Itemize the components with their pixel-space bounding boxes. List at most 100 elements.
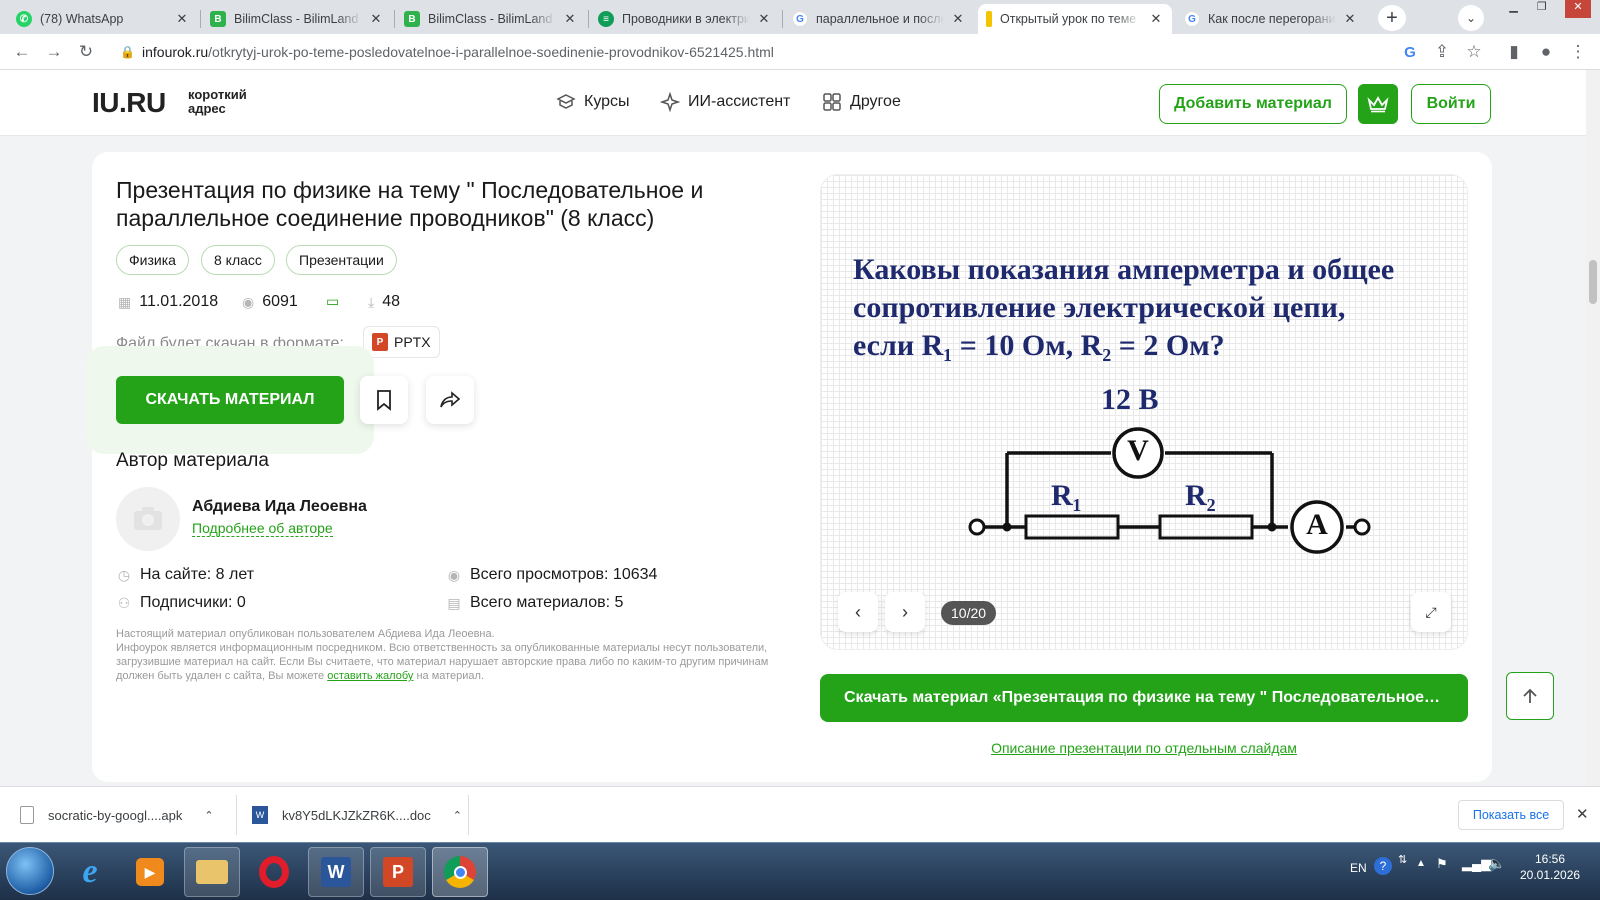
internet-explorer-icon[interactable]: e bbox=[62, 847, 118, 897]
download-full-button[interactable]: Скачать материал «Презентация по физике … bbox=[820, 674, 1468, 722]
profile-icon[interactable]: ● bbox=[1534, 40, 1558, 64]
avatar[interactable] bbox=[116, 487, 180, 551]
chevron-up-icon[interactable]: ⌃ bbox=[453, 809, 462, 822]
material-title: Презентация по физике на тему " Последов… bbox=[116, 177, 704, 231]
window-controls: ▁ ❐ ✕ bbox=[1500, 0, 1600, 18]
stat-on-site: ◷ На сайте: 8 лет bbox=[116, 566, 254, 584]
disclaimer-text: на материал. bbox=[416, 670, 485, 682]
slides-description-link[interactable]: Описание презентации по отдельным слайда… bbox=[820, 740, 1468, 756]
calendar-icon: ▦ bbox=[118, 293, 132, 310]
network-icon[interactable]: ▂▄▆ bbox=[1462, 856, 1491, 872]
start-button[interactable] bbox=[6, 847, 54, 895]
file-explorer-icon[interactable] bbox=[184, 847, 240, 897]
site-logo[interactable]: IU.RU bbox=[92, 87, 166, 119]
add-material-button[interactable]: Добавить материал bbox=[1159, 84, 1347, 124]
back-icon[interactable]: ← bbox=[10, 40, 34, 64]
volume-icon[interactable]: 🔈 bbox=[1488, 855, 1505, 872]
powerpoint-taskbar-icon[interactable]: P bbox=[370, 847, 426, 897]
action-center-icon[interactable]: ⚑ bbox=[1436, 856, 1448, 872]
author-more-link[interactable]: Подробнее об авторе bbox=[192, 520, 333, 537]
language-indicator[interactable]: EN bbox=[1350, 861, 1367, 875]
browser-tab-bar: ✆ (78) WhatsApp ✕ B BilimClass - BilimLa… bbox=[0, 0, 1600, 34]
comments[interactable]: ▭ bbox=[326, 293, 347, 310]
premium-crown-button[interactable] bbox=[1358, 84, 1398, 124]
nav-courses[interactable]: Курсы bbox=[556, 92, 630, 112]
web-page: IU.RU короткий адрес Курсы ИИ-ассистент … bbox=[0, 70, 1586, 786]
download-full-label: Скачать материал «Презентация по физике … bbox=[844, 689, 1444, 706]
close-icon[interactable]: ✕ bbox=[756, 11, 772, 27]
scroll-to-top-button[interactable] bbox=[1506, 672, 1554, 720]
close-icon[interactable]: ✕ bbox=[174, 11, 190, 27]
tag-chip[interactable]: Физика bbox=[116, 245, 189, 275]
share-icon[interactable]: ⇪ bbox=[1430, 40, 1454, 64]
google-icon: G bbox=[1184, 11, 1200, 27]
tag-chip[interactable]: 8 класс bbox=[201, 245, 275, 275]
stat-total-views: ◉ Всего просмотров: 10634 bbox=[446, 566, 658, 584]
infourok-icon bbox=[986, 11, 992, 27]
tab-search-button[interactable]: ⌄ bbox=[1458, 5, 1484, 31]
close-icon[interactable]: ✕ bbox=[1576, 805, 1589, 823]
report-link[interactable]: оставить жалобу bbox=[327, 670, 413, 682]
file-icon bbox=[20, 806, 34, 824]
new-tab-button[interactable]: + bbox=[1378, 5, 1406, 31]
author-name[interactable]: Абдиева Ида Леоевна bbox=[192, 498, 367, 516]
tag-chip[interactable]: Презентации bbox=[286, 245, 397, 275]
slide-prev-button[interactable]: ‹ bbox=[838, 592, 878, 632]
views-value: 6091 bbox=[262, 293, 298, 310]
close-icon[interactable]: ✕ bbox=[1148, 11, 1164, 27]
logo-subtitle-line: адрес bbox=[188, 101, 226, 116]
nav-other[interactable]: Другое bbox=[822, 92, 901, 112]
close-icon[interactable]: ✕ bbox=[950, 11, 966, 27]
chevron-up-icon[interactable]: ⌃ bbox=[204, 809, 213, 822]
chevron-left-icon: ‹ bbox=[855, 601, 861, 622]
forward-icon[interactable]: → bbox=[42, 40, 66, 64]
minimize-icon[interactable]: ▁ bbox=[1509, 0, 1517, 18]
tab-google-2[interactable]: G Как после перегорания ✕ bbox=[1176, 4, 1366, 34]
download-item[interactable]: socratic-by-googl....apk ⌃ bbox=[20, 787, 230, 843]
expand-icon: ⤢ bbox=[1425, 603, 1437, 620]
tray-arrows-icon[interactable]: ⇅ bbox=[1398, 853, 1407, 866]
tab-google-search[interactable]: G параллельное и последовательное ✕ bbox=[784, 4, 974, 34]
tab-infourok-active[interactable]: Открытый урок по теме ✕ bbox=[978, 4, 1172, 34]
share-button[interactable] bbox=[426, 376, 474, 424]
url-domain: infourok.ru bbox=[142, 44, 209, 60]
tab-whatsapp[interactable]: ✆ (78) WhatsApp ✕ bbox=[8, 4, 198, 34]
google-translate-icon[interactable]: G bbox=[1398, 40, 1422, 64]
reload-icon[interactable]: ↻ bbox=[74, 40, 98, 64]
windows-taskbar: e ▶ W P EN ? ⇅ ▲ ⚑ ▂▄▆ 🔈 16:56 20.01.202… bbox=[0, 842, 1600, 900]
tab-bilimland-1[interactable]: B BilimClass - BilimLand ✕ bbox=[202, 4, 392, 34]
download-material-button[interactable]: СКАЧАТЬ МАТЕРИАЛ bbox=[116, 376, 344, 424]
chrome-icon[interactable] bbox=[432, 847, 488, 897]
download-filename: kv8Y5dLKJZkZR6K....doc bbox=[281, 807, 431, 823]
clock[interactable]: 16:56 20.01.2026 bbox=[1520, 851, 1580, 883]
maximize-icon[interactable]: ❐ bbox=[1537, 0, 1547, 18]
nav-ai-assistant[interactable]: ИИ-ассистент bbox=[660, 92, 790, 112]
bookmark-button[interactable] bbox=[360, 376, 408, 424]
word-icon[interactable]: W bbox=[308, 847, 364, 897]
slide-next-button[interactable]: › bbox=[885, 592, 925, 632]
close-icon[interactable]: ✕ bbox=[562, 11, 578, 27]
tray-expand-icon[interactable]: ▲ bbox=[1416, 858, 1426, 869]
clock-time: 16:56 bbox=[1534, 852, 1566, 866]
tab-title: Проводники в электрических bbox=[622, 12, 750, 26]
download-item[interactable]: W kv8Y5dLKJZkZR6K....doc ⌃ bbox=[252, 787, 462, 843]
close-icon[interactable]: ✕ bbox=[368, 11, 384, 27]
google-icon: G bbox=[792, 11, 808, 27]
menu-icon[interactable]: ⋮ bbox=[1566, 40, 1590, 64]
tab-conductors[interactable]: ≡ Проводники в электрических ✕ bbox=[590, 4, 780, 34]
tab-bilimland-2[interactable]: B BilimClass - BilimLand ✕ bbox=[396, 4, 586, 34]
media-player-icon[interactable]: ▶ bbox=[122, 847, 178, 897]
login-button[interactable]: Войти bbox=[1411, 84, 1491, 124]
address-bar[interactable]: 🔒 infourok.ru/otkrytyj-urok-po-teme-posl… bbox=[112, 37, 1212, 67]
comment-icon: ▭ bbox=[326, 293, 340, 309]
help-icon[interactable]: ? bbox=[1374, 857, 1392, 875]
vertical-scrollbar[interactable] bbox=[1586, 70, 1600, 786]
bookmark-star-icon[interactable]: ☆ bbox=[1462, 40, 1486, 64]
scrollbar-thumb[interactable] bbox=[1589, 260, 1597, 304]
opera-icon[interactable] bbox=[246, 847, 302, 897]
close-icon[interactable]: ✕ bbox=[1342, 11, 1358, 27]
close-window-icon[interactable]: ✕ bbox=[1565, 0, 1591, 18]
show-all-downloads-button[interactable]: Показать все bbox=[1458, 800, 1564, 830]
fullscreen-button[interactable]: ⤢ bbox=[1411, 592, 1451, 632]
side-panel-icon[interactable]: ▮ bbox=[1502, 40, 1526, 64]
